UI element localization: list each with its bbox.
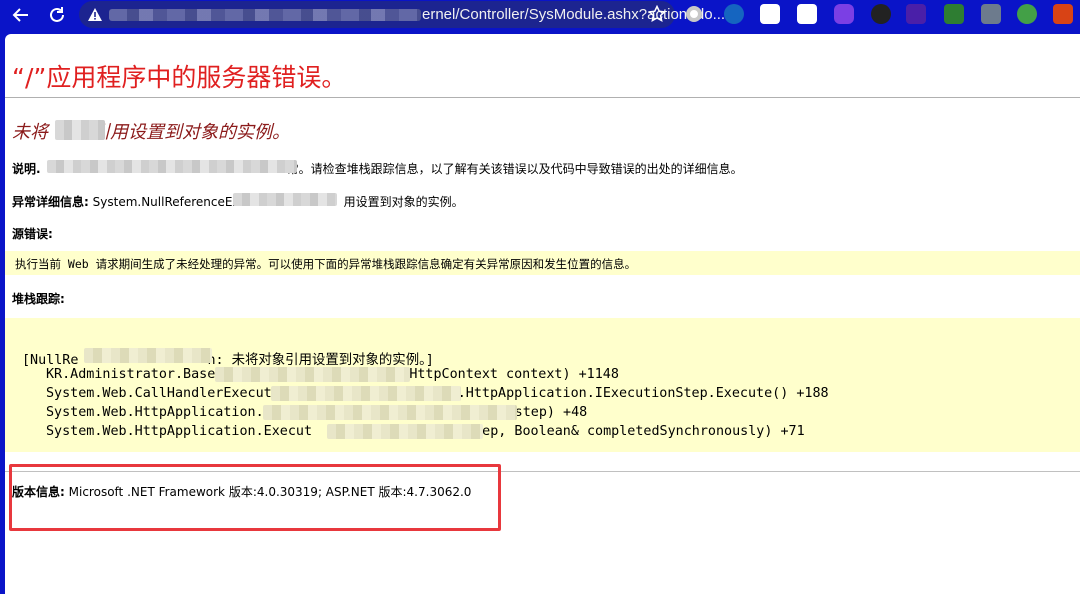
divider bbox=[5, 97, 1080, 98]
stack-text: [NullRe bbox=[22, 353, 79, 368]
warning-icon[interactable] bbox=[87, 7, 103, 27]
exception-end: 用设置到对象的实例。 bbox=[343, 195, 464, 209]
extension-cat-icon[interactable] bbox=[834, 4, 854, 24]
highlight-box bbox=[9, 464, 501, 531]
stack-text: Step, Boolean& completedSynchronously) +… bbox=[466, 424, 805, 439]
extension-gear-icon[interactable] bbox=[724, 4, 744, 24]
address-bar[interactable]: ernel/Controller/SysModule.ashx?action=d… bbox=[79, 1, 725, 28]
extension-code-icon[interactable] bbox=[871, 4, 891, 24]
extension-circle-icon[interactable] bbox=[686, 6, 702, 22]
stack-text: HttpContext context) +1148 bbox=[409, 367, 619, 382]
url-text: ernel/Controller/SysModule.ashx?action=d… bbox=[422, 6, 726, 23]
exception-label: 异常详细信息: bbox=[12, 195, 89, 209]
redacted-block bbox=[55, 120, 105, 140]
source-error-text: 执行当前 Web 请求期间生成了未经处理的异常。可以使用下面的异常堆栈跟踪信息确… bbox=[15, 257, 637, 271]
extension-editor-icon[interactable] bbox=[944, 4, 964, 24]
stack-text: n: 未将对象引用设置到对象的实例。] bbox=[207, 353, 434, 368]
redacted-block bbox=[271, 386, 461, 401]
stack-trace-box: [NullRe n: 未将对象引用设置到对象的实例。] KR.Administra… bbox=[5, 318, 1080, 452]
redacted-block bbox=[233, 193, 337, 206]
redacted-block bbox=[215, 367, 410, 382]
stack-text: KR.Administrator.Base bbox=[46, 367, 216, 382]
stack-text: System.Web.HttpApplication.Execut bbox=[46, 424, 313, 439]
description-text: 常。请检查堆栈跟踪信息，以了解有关该错误以及代码中导致错误的出处的详细信息。 bbox=[286, 162, 743, 176]
stack-label: 堆栈跟踪: bbox=[12, 292, 65, 306]
extension-image-icon[interactable] bbox=[797, 4, 817, 24]
back-arrow-icon[interactable] bbox=[8, 2, 34, 28]
stack-text: .HttpApplication.IExecutionStep.Execute(… bbox=[457, 386, 829, 401]
source-error-box: 执行当前 Web 请求期间生成了未经处理的异常。可以使用下面的异常堆栈跟踪信息确… bbox=[5, 251, 1080, 275]
stack-text: System.Web.CallHandlerExecut bbox=[46, 386, 272, 401]
redacted-block bbox=[47, 160, 297, 173]
subtitle-start: 未将 bbox=[12, 122, 48, 143]
extension-k-icon[interactable] bbox=[760, 4, 780, 24]
subtitle-end: 引用设置到对象的实例。 bbox=[92, 122, 290, 143]
source-label: 源错误: bbox=[12, 227, 53, 241]
error-page: “/”应用程序中的服务器错误。 未将 引用设置到对象的实例。 说明. 常。请检查堆栈… bbox=[5, 34, 1080, 594]
exception-start: System.NullReferenceEx bbox=[92, 195, 240, 209]
extension-fox-icon[interactable] bbox=[981, 4, 1001, 24]
bookmark-star-icon[interactable] bbox=[647, 4, 667, 28]
browser-toolbar: ernel/Controller/SysModule.ashx?action=d… bbox=[0, 0, 1080, 30]
redacted-block bbox=[327, 424, 483, 439]
extension-vs-icon[interactable] bbox=[906, 4, 926, 24]
reload-icon[interactable] bbox=[44, 2, 70, 28]
source-error-label: 源错误: bbox=[12, 225, 53, 242]
description-label: 说明. bbox=[12, 162, 41, 176]
stack-text: step) +48 bbox=[514, 405, 588, 420]
extension-globe-icon[interactable] bbox=[1017, 4, 1037, 24]
page-title: “/”应用程序中的服务器错误。 bbox=[12, 63, 347, 92]
redacted-block bbox=[84, 348, 212, 363]
extension-puzzle-icon[interactable] bbox=[1053, 4, 1073, 24]
redacted-block bbox=[263, 405, 517, 420]
error-subtitle: 未将 引用设置到对象的实例。 bbox=[12, 118, 290, 144]
stack-text: System.Web.HttpApplication. bbox=[46, 405, 264, 420]
stack-trace-label: 堆栈跟踪: bbox=[12, 290, 65, 307]
url-redacted bbox=[109, 9, 421, 21]
